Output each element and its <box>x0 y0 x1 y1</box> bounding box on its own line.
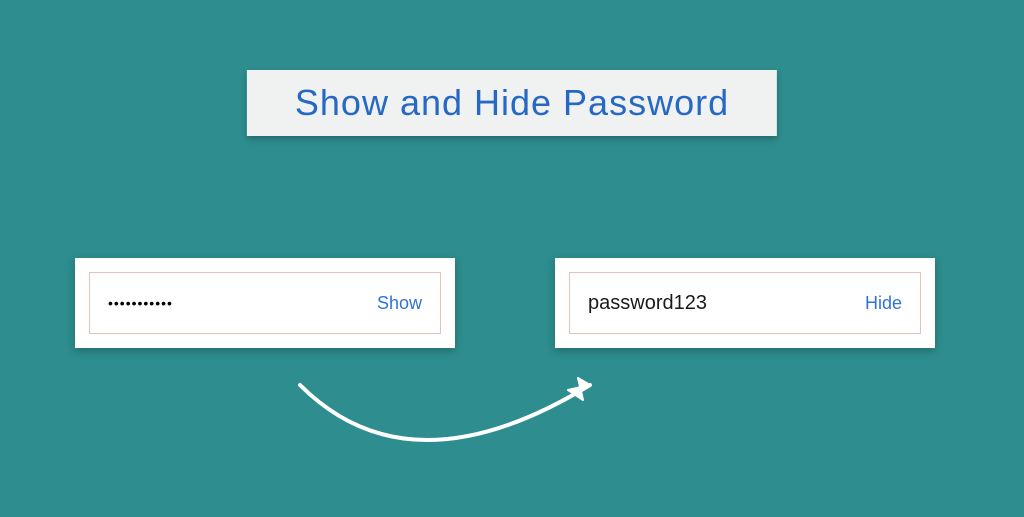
title-banner: Show and Hide Password <box>247 70 777 136</box>
password-field-wrapper: password123 Hide <box>569 272 921 334</box>
password-input-revealed[interactable]: password123 <box>588 292 865 315</box>
show-toggle[interactable]: Show <box>377 293 422 314</box>
password-card-shown: password123 Hide <box>555 258 935 348</box>
transition-arrow-icon <box>290 350 630 490</box>
hide-toggle[interactable]: Hide <box>865 293 902 314</box>
password-field-wrapper: ••••••••••• Show <box>89 272 441 334</box>
password-input-masked[interactable]: ••••••••••• <box>108 295 377 311</box>
page-title: Show and Hide Password <box>295 82 729 124</box>
password-card-hidden: ••••••••••• Show <box>75 258 455 348</box>
